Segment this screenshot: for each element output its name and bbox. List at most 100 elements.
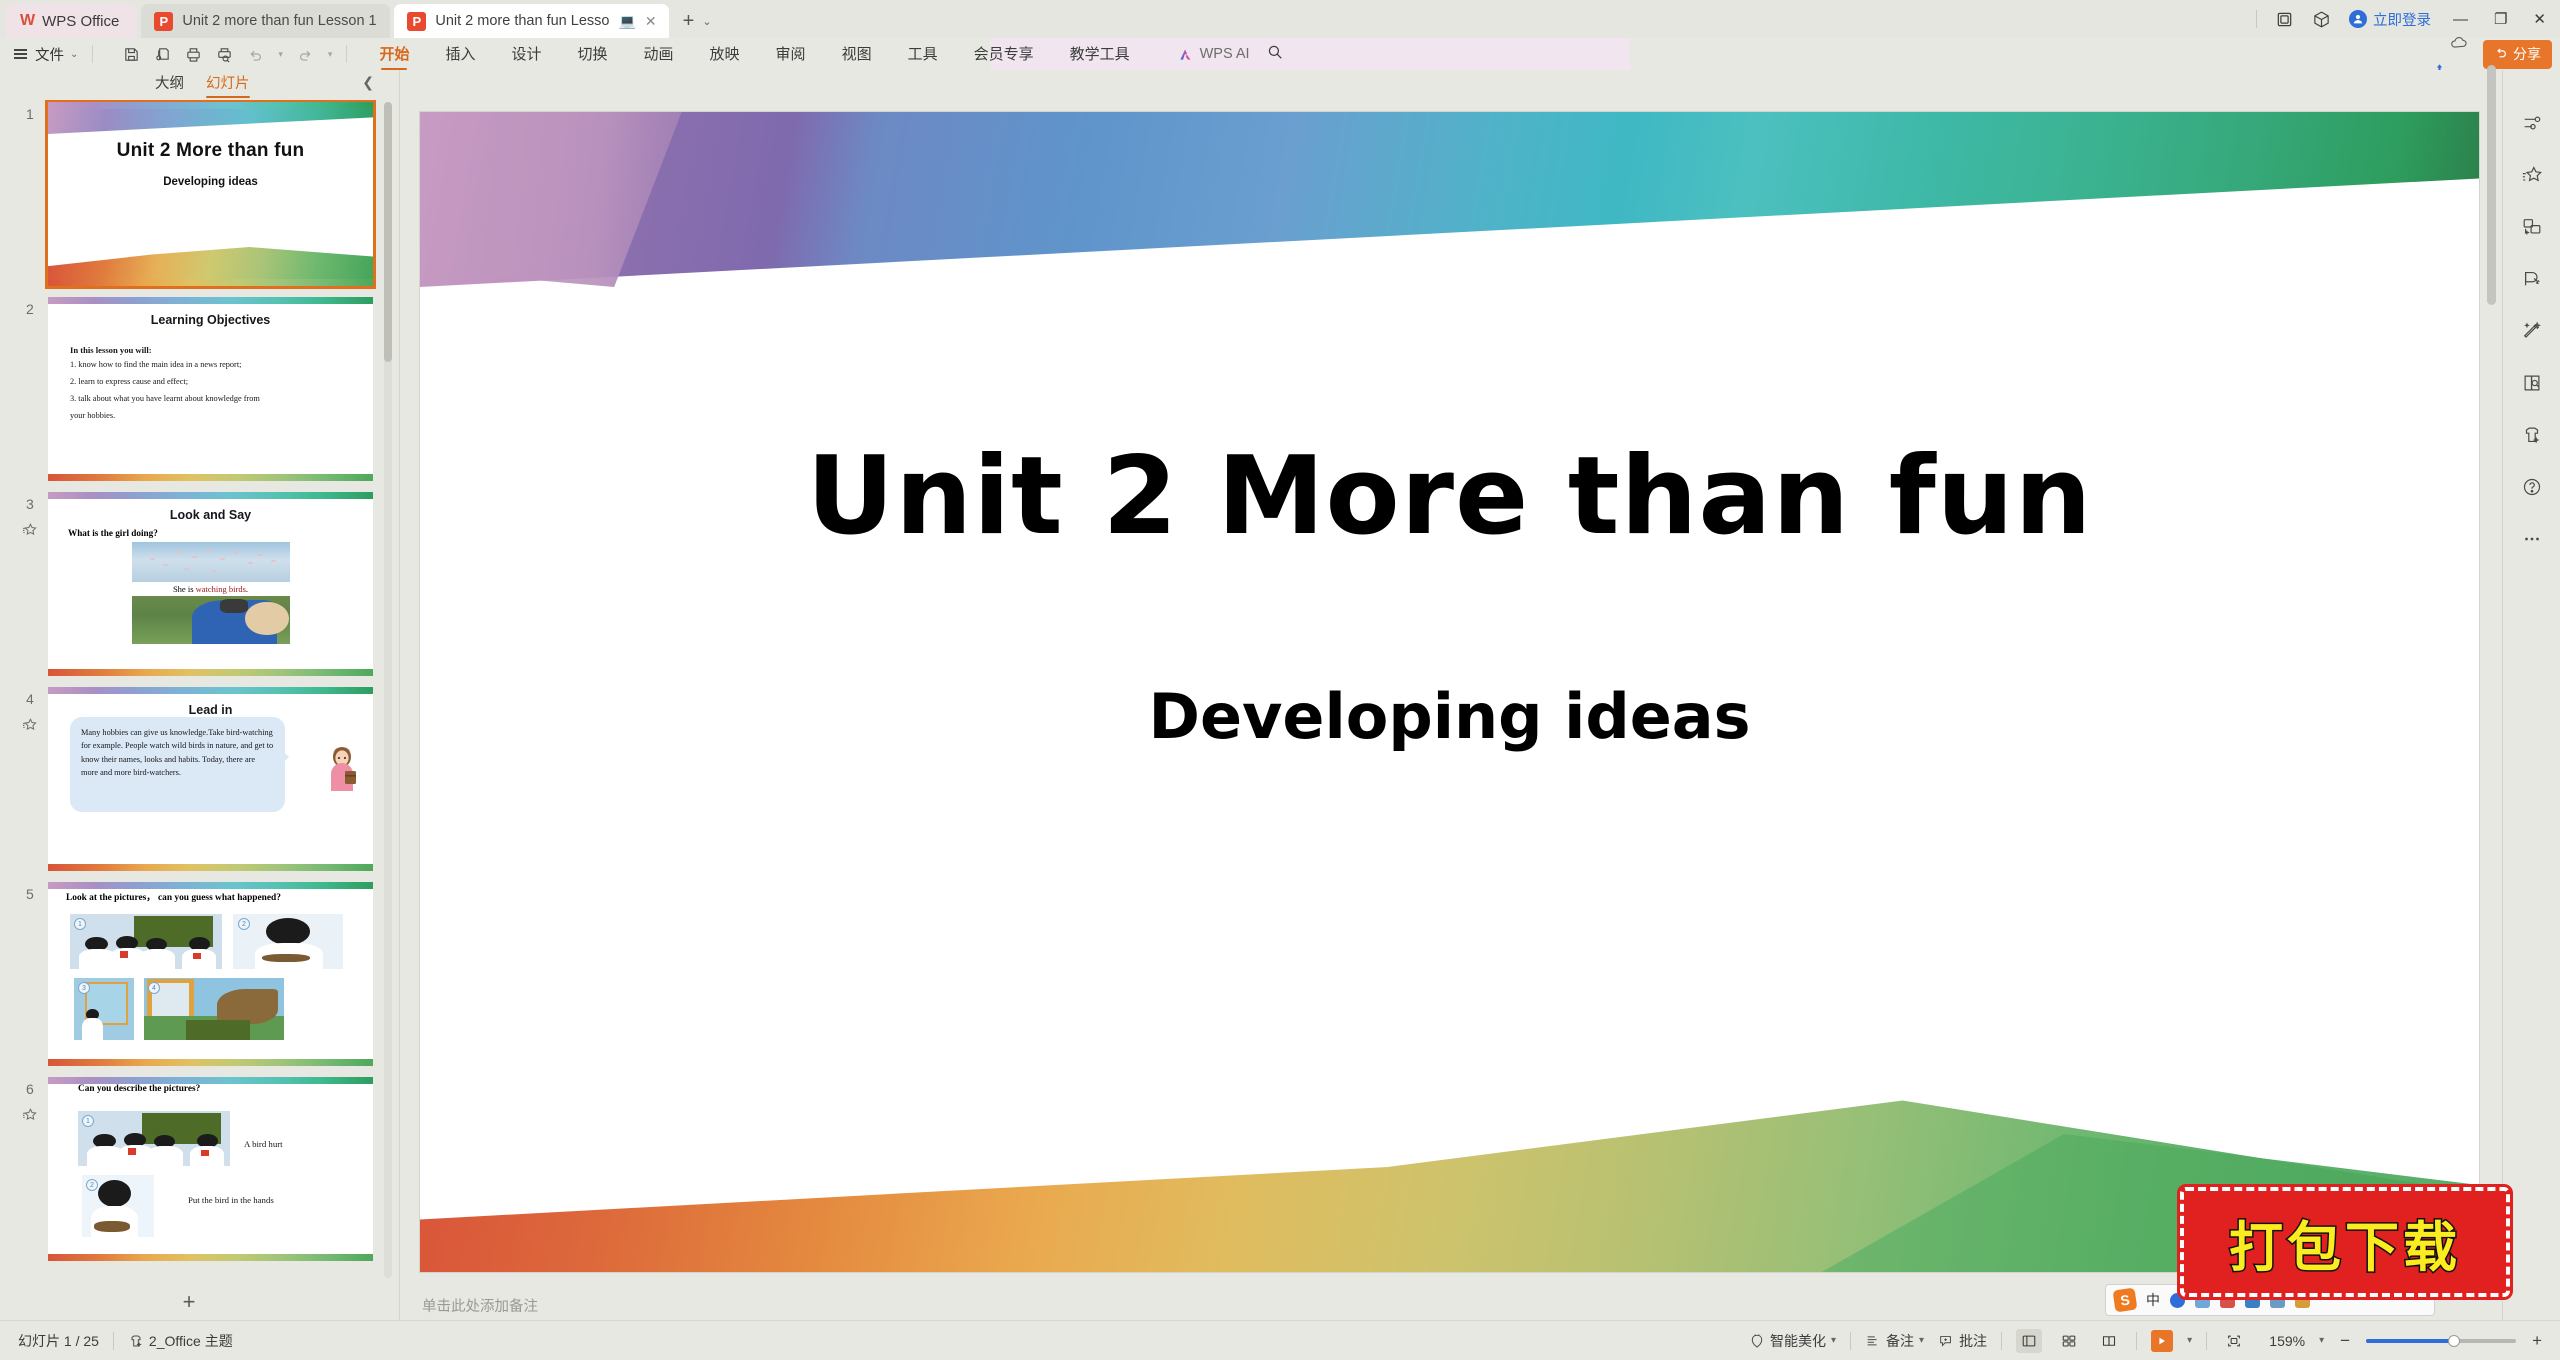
chevron-left-icon[interactable]: ❮: [362, 74, 374, 91]
wps-ai-label: WPS AI: [1199, 46, 1250, 62]
slide-thumbnail-5[interactable]: Look at the pictures， can you guess what…: [48, 882, 373, 1066]
print-icon[interactable]: [185, 46, 202, 63]
notes-button[interactable]: 备注 ▾: [1865, 1331, 1924, 1351]
selection-pane-icon[interactable]: [2517, 214, 2547, 240]
slide-thumbnail-1[interactable]: Unit 2 More than fun Developing ideas: [45, 100, 376, 289]
undo-dropdown-icon[interactable]: ▾: [278, 49, 283, 60]
divider: [92, 45, 94, 63]
ribbon-tab-teaching-tools[interactable]: 教学工具: [1052, 38, 1148, 70]
animation-star-icon[interactable]: [22, 522, 37, 542]
title-bar: W WPS Office P Unit 2 more than fun Less…: [0, 0, 2560, 38]
fit-to-window-button[interactable]: [2221, 1329, 2247, 1353]
present-tab-icon[interactable]: 💻: [618, 13, 635, 30]
animation-pane-icon[interactable]: [2517, 162, 2547, 188]
more-icon[interactable]: [2517, 526, 2547, 552]
cube-3d-icon[interactable]: [2312, 10, 2331, 29]
share-button[interactable]: 分享: [2483, 39, 2552, 69]
slide-title[interactable]: Unit 2 More than fun: [420, 434, 2479, 559]
thumbnail-row[interactable]: 3 Look and Say What is the girl doing? S…: [0, 490, 400, 685]
canvas-scrollbar-thumb[interactable]: [2487, 65, 2496, 305]
maximize-button[interactable]: ❐: [2490, 10, 2511, 28]
zoom-dropdown-icon[interactable]: ▾: [2319, 1335, 2324, 1346]
ribbon-tab-view[interactable]: 视图: [824, 38, 890, 70]
close-window-button[interactable]: ✕: [2529, 10, 2550, 28]
normal-view-button[interactable]: [2016, 1328, 2043, 1353]
beautify-icon[interactable]: [2517, 318, 2547, 344]
thumb3-title: Look and Say: [169, 508, 252, 522]
divider: [2001, 1331, 2003, 1350]
thumbnail-row[interactable]: 1 Unit 2 More than fun Developing ideas: [0, 100, 400, 295]
reading-view-button[interactable]: [2096, 1329, 2122, 1353]
multi-window-icon[interactable]: [2275, 10, 2294, 29]
ribbon-tab-transitions[interactable]: 切换: [560, 38, 626, 70]
ribbon-tab-insert[interactable]: 插入: [427, 38, 493, 70]
save-as-icon[interactable]: [154, 46, 171, 63]
sogou-logo-icon[interactable]: S: [2112, 1287, 2138, 1313]
ime-mode-label[interactable]: 中: [2146, 1290, 2160, 1310]
slide-thumbnail-2[interactable]: Learning Objectives In this lesson you w…: [48, 297, 373, 481]
zoom-slider[interactable]: [2366, 1334, 2517, 1347]
help-icon[interactable]: [2517, 474, 2547, 500]
slide-subtitle[interactable]: Developing ideas: [420, 680, 2479, 753]
minimize-button[interactable]: —: [2449, 11, 2472, 28]
divider: [2206, 1331, 2208, 1350]
redo-icon[interactable]: [297, 46, 314, 63]
thumbnail-row[interactable]: 2 Learning Objectives In this lesson you…: [0, 295, 400, 490]
slide-thumbnail-3[interactable]: Look and Say What is the girl doing? She…: [48, 492, 373, 676]
properties-icon[interactable]: [2517, 110, 2547, 136]
theme-band-bottom: [48, 1059, 373, 1066]
zoom-out-button[interactable]: −: [2338, 1331, 2352, 1351]
new-tab-button[interactable]: +: [683, 10, 695, 33]
ribbon-tab-tools[interactable]: 工具: [890, 38, 956, 70]
thumbnail-row[interactable]: 5 Look at the pictures， can you guess wh…: [0, 880, 400, 1075]
slide-thumbnail-6[interactable]: Can you describe the pictures? 1 A bird …: [48, 1077, 373, 1261]
powerpoint-file-icon: P: [407, 11, 427, 31]
zoom-slider-handle[interactable]: [2448, 1334, 2461, 1347]
ribbon-tab-design[interactable]: 设计: [493, 38, 559, 70]
ribbon-tab-home[interactable]: 开始: [361, 38, 427, 70]
wps-office-home-tab[interactable]: W WPS Office: [6, 4, 138, 38]
comments-button[interactable]: 批注: [1938, 1331, 1987, 1351]
smart-beautify-button[interactable]: 智能美化 ▾: [1749, 1331, 1836, 1351]
customize-toolbar-icon[interactable]: ▾: [328, 49, 333, 60]
wps-ai-button[interactable]: WPS AI: [1177, 46, 1250, 63]
save-icon[interactable]: [123, 46, 140, 63]
document-tab-2[interactable]: P Unit 2 more than fun Lesso 💻 ✕: [394, 4, 669, 38]
file-menu-label: 文件: [35, 47, 64, 64]
panel-tab-outline[interactable]: 大纲: [155, 72, 184, 98]
undo-icon[interactable]: [247, 46, 264, 63]
ribbon-tab-slideshow[interactable]: 放映: [692, 38, 758, 70]
thumb2-line-4: your hobbies.: [70, 410, 116, 420]
status-bar: 幻灯片 1 / 25 2_Office 主题 智能美化 ▾ 备注 ▾ 批注 ▾ …: [0, 1320, 2560, 1360]
add-slide-button[interactable]: +: [0, 1284, 378, 1320]
animation-star-icon[interactable]: [22, 717, 37, 737]
tab-list-dropdown-icon[interactable]: ⌄: [702, 15, 711, 28]
print-preview-icon[interactable]: [216, 46, 233, 63]
chevron-down-icon[interactable]: ▾: [1919, 1335, 1924, 1346]
animation-star-icon[interactable]: [22, 1107, 37, 1127]
file-menu-button[interactable]: 文件 ⌄: [14, 44, 78, 65]
close-tab-icon[interactable]: ✕: [645, 13, 657, 30]
slideshow-dropdown-icon[interactable]: ▾: [2187, 1335, 2192, 1346]
chevron-down-icon[interactable]: ▾: [1831, 1335, 1836, 1346]
resource-library-icon[interactable]: [2517, 370, 2547, 396]
design-ideas-icon[interactable]: [2517, 266, 2547, 292]
ribbon-tab-animations[interactable]: 动画: [626, 38, 692, 70]
slide-thumbnail-4[interactable]: Lead in Many hobbies can give us knowled…: [48, 687, 373, 871]
login-button[interactable]: 立即登录: [2348, 9, 2431, 30]
document-tab-1[interactable]: P Unit 2 more than fun Lesson 1 Sta: [141, 4, 391, 38]
panel-scrollbar-thumb[interactable]: [384, 102, 392, 362]
slide-thumbnail-list[interactable]: 1 Unit 2 More than fun Developing ideas …: [0, 100, 400, 1280]
start-slideshow-button[interactable]: [2151, 1329, 2174, 1352]
template-icon[interactable]: [2517, 422, 2547, 448]
slide-sorter-button[interactable]: [2056, 1329, 2082, 1353]
panel-tab-slides[interactable]: 幻灯片: [206, 72, 250, 98]
zoom-in-button[interactable]: +: [2530, 1331, 2544, 1351]
current-slide[interactable]: Unit 2 More than fun Developing ideas: [420, 112, 2479, 1272]
thumbnail-row[interactable]: 6 Can you describe the pictures? 1 A bir…: [0, 1075, 400, 1270]
ribbon-tab-review[interactable]: 审阅: [758, 38, 824, 70]
ribbon-tab-member-exclusive[interactable]: 会员专享: [956, 38, 1052, 70]
search-icon[interactable]: [1266, 43, 1284, 66]
thumbnail-row[interactable]: 4 Lead in Many hobbies can give us knowl…: [0, 685, 400, 880]
theme-button[interactable]: 2_Office 主题: [128, 1331, 233, 1351]
